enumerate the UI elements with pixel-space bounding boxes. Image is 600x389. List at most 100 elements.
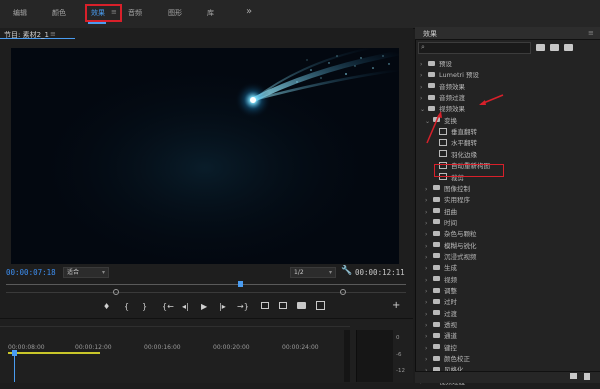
timeline-scrollbar[interactable] <box>344 330 350 382</box>
resolution-dropdown-label: 1/2 <box>294 269 304 276</box>
effect-folder[interactable]: › 时间 <box>425 217 457 229</box>
yuv-effects-icon[interactable] <box>564 44 573 51</box>
meter-label: 0 <box>396 335 400 341</box>
32bit-effects-icon[interactable] <box>550 44 559 51</box>
trash-icon[interactable] <box>584 373 590 380</box>
more-workspaces-icon[interactable]: » <box>246 6 252 17</box>
effect-folder[interactable]: › 透视 <box>425 319 457 331</box>
step-forward-button[interactable]: |▸ <box>219 302 226 311</box>
playhead-scrubber-track[interactable] <box>6 284 406 285</box>
effect-folder[interactable]: › 颜色校正 <box>425 353 470 365</box>
effects-menu-icon[interactable]: ≡ <box>588 29 594 37</box>
resolution-dropdown[interactable]: 1/2 ▾ <box>290 267 336 278</box>
comet-visual <box>25 48 399 264</box>
timeline-divider <box>0 326 350 327</box>
fit-dropdown-label: 适合 <box>67 269 80 276</box>
program-video-frame <box>11 48 399 264</box>
ruler-label: 00:00:16:00 <box>144 344 181 351</box>
meter-label: -6 <box>396 352 402 358</box>
effect-tree-label: 图像控制 <box>444 184 470 193</box>
ruler-label: 00:00:24:00 <box>282 344 319 351</box>
zoom-handle-left[interactable] <box>113 289 119 295</box>
total-duration-timecode: 00:00:12:11 <box>355 268 405 277</box>
program-menu-icon[interactable]: ≡ <box>50 30 56 38</box>
effect-tree-label: 实用程序 <box>444 196 470 205</box>
effect-folder[interactable]: › Lumetri 预设 <box>420 69 479 81</box>
effect-folder[interactable]: › 生成 <box>425 262 457 274</box>
effect-folder[interactable]: › 扭曲 <box>425 206 457 218</box>
annotation-highlight-crop <box>434 164 504 177</box>
fit-dropdown[interactable]: 适合 ▾ <box>63 267 109 278</box>
workspace-tab-edit[interactable]: 编辑 <box>13 8 27 18</box>
mark-in-button[interactable]: { <box>124 302 129 311</box>
zoom-scrollbar[interactable] <box>6 292 406 293</box>
step-back-button[interactable]: ◂| <box>182 302 189 311</box>
effect-folder[interactable]: › 键控 <box>425 342 457 354</box>
effect-tree-label: 透视 <box>444 321 457 330</box>
effect-folder[interactable]: › 通道 <box>425 330 457 342</box>
accelerated-effects-icon[interactable] <box>536 44 545 51</box>
folder-icon <box>433 344 440 350</box>
camera-icon[interactable] <box>297 302 306 309</box>
workspace-tab-color[interactable]: 颜色 <box>52 8 66 18</box>
add-button[interactable]: + <box>392 300 400 311</box>
folder-icon <box>433 298 440 304</box>
effect-tree-label: 通道 <box>444 332 457 341</box>
wrench-icon[interactable]: 🔧 <box>341 266 352 276</box>
folder-icon <box>433 332 440 338</box>
effect-folder[interactable]: › 调整 <box>425 285 457 297</box>
folder-icon <box>433 230 440 236</box>
effects-panel-title[interactable]: 效果 <box>423 29 437 39</box>
folder-icon <box>433 355 440 361</box>
zoom-handle-right[interactable] <box>340 289 346 295</box>
effect-tree-label: Lumetri 预设 <box>439 71 480 80</box>
folder-icon <box>433 310 440 316</box>
compare-view-icon[interactable] <box>316 301 325 310</box>
effect-tree-label: 模糊与锐化 <box>444 241 477 250</box>
go-to-out-button[interactable]: →} <box>237 302 249 311</box>
folder-icon <box>433 264 440 270</box>
mark-out-button[interactable]: } <box>142 302 147 311</box>
effect-folder[interactable]: › 杂色与颗粒 <box>425 228 477 240</box>
effect-tree-label: 视频 <box>444 275 457 284</box>
ruler-label: 00:00:20:00 <box>213 344 250 351</box>
effect-tree-label: 扭曲 <box>444 207 457 216</box>
lift-icon[interactable] <box>261 302 269 309</box>
folder-icon <box>433 242 440 248</box>
folder-icon <box>433 321 440 327</box>
effects-panel-header <box>415 27 600 40</box>
extract-icon[interactable] <box>279 302 287 309</box>
current-timecode[interactable]: 00:00:07:18 <box>6 268 56 277</box>
workspace-tab-libraries[interactable]: 库 <box>207 8 214 18</box>
chevron-down-icon: ▾ <box>101 269 105 276</box>
go-to-in-button[interactable]: {← <box>162 302 174 311</box>
effect-tree-label: 颜色校正 <box>444 355 470 364</box>
effect-tree-label: 键控 <box>444 343 457 352</box>
effect-tree-label: 过时 <box>444 298 457 307</box>
workspace-tab-graphics[interactable]: 图形 <box>168 8 182 18</box>
new-folder-icon[interactable] <box>570 373 577 379</box>
effect-folder[interactable]: › 过渡 <box>425 308 457 320</box>
folder-icon <box>428 71 435 77</box>
annotation-highlight-effects-tab <box>85 4 122 22</box>
effect-folder[interactable]: › 图像控制 <box>425 183 470 195</box>
effect-folder[interactable]: › 沉浸式视频 <box>425 251 477 263</box>
effect-folder[interactable]: › 过时 <box>425 296 457 308</box>
meter-label: -12 <box>396 368 405 374</box>
playhead-handle[interactable] <box>238 281 243 287</box>
effects-search-input[interactable]: ⌕ <box>418 42 531 54</box>
search-icon: ⌕ <box>421 43 425 51</box>
folder-icon <box>428 60 435 66</box>
work-area-bar[interactable] <box>8 352 100 354</box>
folder-icon <box>433 253 440 259</box>
workspace-tab-audio[interactable]: 音频 <box>128 8 142 18</box>
effect-folder[interactable]: › 模糊与锐化 <box>425 240 477 252</box>
add-marker-button[interactable]: ♦ <box>103 302 110 311</box>
effect-folder[interactable]: › 预设 <box>420 58 452 70</box>
folder-icon <box>433 276 440 282</box>
effect-folder[interactable]: › 视频 <box>425 274 457 286</box>
program-monitor-title[interactable]: 节目: 素材2_1 <box>4 30 49 40</box>
play-button[interactable]: ▶ <box>201 302 207 311</box>
ruler-label: 00:00:12:00 <box>75 344 112 351</box>
effect-folder[interactable]: › 实用程序 <box>425 194 470 206</box>
